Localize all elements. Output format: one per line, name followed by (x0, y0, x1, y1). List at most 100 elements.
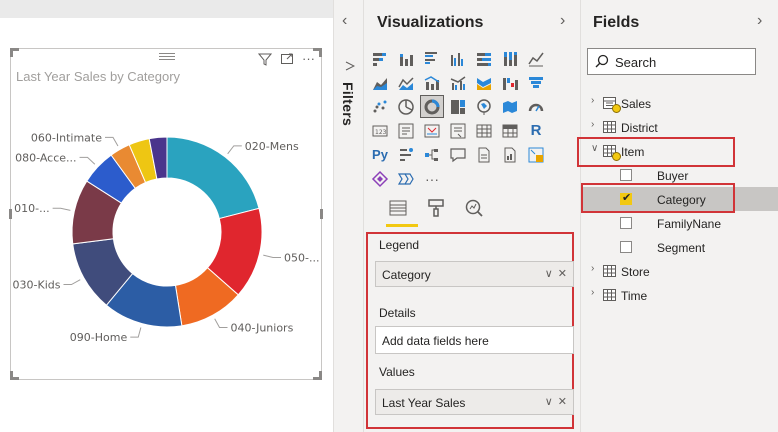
qna-icon[interactable] (447, 144, 469, 165)
legend-well-field[interactable]: Category ∨ ✕ (375, 261, 574, 287)
donut-chart-visual[interactable]: ··· Last Year Sales by Category 020-Mens… (9, 48, 323, 380)
r-script-visual-icon[interactable]: R (525, 120, 547, 141)
chevron-right-icon[interactable]: › (591, 287, 594, 298)
filters-label[interactable]: Filters (340, 82, 356, 126)
leader-line (130, 327, 142, 338)
chevron-right-icon[interactable]: › (591, 119, 594, 130)
table-name: District (621, 121, 658, 135)
chevron-down-icon[interactable]: ∨ (545, 395, 553, 408)
visual-type-gallery: 123 R Py ··· (369, 48, 559, 189)
field-checkbox[interactable] (620, 241, 632, 253)
donut-chart: 020-Mens 050-... 040-Juniors 090-Home 030-Ki… (13, 131, 320, 344)
power-automate-icon[interactable] (369, 168, 391, 189)
legend-well-label: Legend (379, 238, 420, 252)
table-row-time[interactable]: › Time (581, 284, 778, 306)
map-icon[interactable] (473, 96, 495, 117)
donut-chart-visual-icon[interactable] (420, 95, 444, 118)
filter-icon (345, 61, 356, 74)
fields-tab[interactable] (388, 198, 410, 220)
leader-line (214, 318, 228, 329)
scatter-chart-icon[interactable] (369, 96, 391, 117)
stacked-bar-chart-icon[interactable] (369, 48, 391, 69)
fields-pane: Fields › Search › Sales › District ∨ Ite… (577, 0, 778, 432)
kpi-icon[interactable] (421, 120, 443, 141)
slicer-icon[interactable] (447, 120, 469, 141)
line-chart-icon[interactable] (525, 48, 547, 69)
field-row-familynane[interactable]: FamilyNane (581, 211, 778, 235)
chevron-right-icon[interactable]: › (591, 263, 594, 274)
pie-chart-icon[interactable] (395, 96, 417, 117)
table-name: Store (621, 265, 650, 279)
table-name: Time (621, 289, 648, 303)
table-icon[interactable] (473, 120, 495, 141)
key-influencers-icon[interactable] (395, 144, 417, 165)
leader-line (52, 207, 71, 211)
decomposition-tree-icon[interactable] (421, 144, 443, 165)
more-visuals-icon[interactable]: ··· (421, 168, 443, 189)
table-row-store[interactable]: › Store (581, 260, 778, 282)
leader-line (263, 254, 281, 258)
remove-field-icon[interactable]: ✕ (558, 267, 567, 280)
paginated-report-icon[interactable] (499, 144, 521, 165)
table-icon (603, 265, 616, 277)
multi-row-card-icon[interactable] (395, 120, 417, 141)
ribbon-chart-icon[interactable] (473, 72, 495, 93)
search-placeholder: Search (615, 55, 657, 70)
filters-pane-collapsed[interactable]: ‹ Filters (333, 0, 364, 432)
leader-line (227, 145, 242, 155)
field-checkbox[interactable] (620, 217, 632, 229)
leader-line (104, 136, 119, 147)
data-label: 040-Juniors (231, 322, 294, 335)
treemap-icon[interactable] (447, 96, 469, 117)
chevron-down-icon[interactable]: ∨ (545, 267, 553, 280)
leader-line (63, 279, 81, 286)
filled-map-icon[interactable] (499, 96, 521, 117)
python-visual-icon[interactable]: Py (369, 144, 391, 165)
pane-tabs (378, 196, 568, 228)
field-checkbox[interactable] (620, 169, 632, 181)
table-row-sales[interactable]: › Sales (581, 92, 778, 114)
expand-filters-chevron-icon[interactable]: ‹ (342, 12, 347, 30)
table-icon (603, 289, 616, 301)
search-input[interactable]: Search (587, 48, 756, 75)
data-label: 080-Acce... (15, 151, 76, 164)
matrix-icon[interactable] (499, 120, 521, 141)
remove-field-icon[interactable]: ✕ (558, 395, 567, 408)
smart-narrative-icon[interactable] (473, 144, 495, 165)
table-row-district[interactable]: › District (581, 116, 778, 138)
collapse-visualizations-chevron-icon[interactable]: › (560, 12, 565, 30)
leader-line (79, 156, 96, 165)
clustered-column-chart-icon[interactable] (447, 48, 469, 69)
100-stacked-column-chart-icon[interactable] (499, 48, 521, 69)
values-well-field[interactable]: Last Year Sales ∨ ✕ (375, 389, 574, 415)
area-chart-icon[interactable] (369, 72, 391, 93)
100-stacked-bar-chart-icon[interactable] (473, 48, 495, 69)
card-icon[interactable]: 123 (369, 120, 391, 141)
line-and-clustered-column-icon[interactable] (447, 72, 469, 93)
stacked-area-chart-icon[interactable] (395, 72, 417, 93)
field-name: FamilyNane (657, 217, 722, 231)
data-label: 020-Mens (245, 140, 299, 153)
svg-text:123: 123 (375, 129, 387, 136)
gauge-icon[interactable] (525, 96, 547, 117)
details-well-dropzone[interactable]: Add data fields here (375, 326, 574, 354)
line-and-stacked-column-icon[interactable] (421, 72, 443, 93)
field-name: Segment (657, 241, 706, 255)
waterfall-chart-icon[interactable] (499, 72, 521, 93)
chevron-right-icon[interactable]: › (591, 95, 594, 106)
funnel-chart-icon[interactable] (525, 72, 547, 93)
format-tab[interactable] (426, 198, 448, 220)
fields-title: Fields (593, 14, 640, 31)
item-table-highlight (577, 137, 735, 167)
category-field-highlight (581, 183, 735, 213)
power-apps-icon[interactable] (525, 144, 547, 165)
field-wells-highlight: Legend Category ∨ ✕ Details Add data fie… (366, 232, 574, 429)
stacked-column-chart-icon[interactable] (395, 48, 417, 69)
analytics-tab[interactable] (464, 198, 486, 220)
field-row-segment[interactable]: Segment (581, 235, 778, 259)
collapse-fields-chevron-icon[interactable]: › (757, 12, 762, 30)
field-name: Buyer (657, 169, 689, 183)
data-label: 010-... (14, 202, 49, 215)
clustered-bar-chart-icon[interactable] (421, 48, 443, 69)
flow-visual-icon[interactable] (395, 168, 417, 189)
